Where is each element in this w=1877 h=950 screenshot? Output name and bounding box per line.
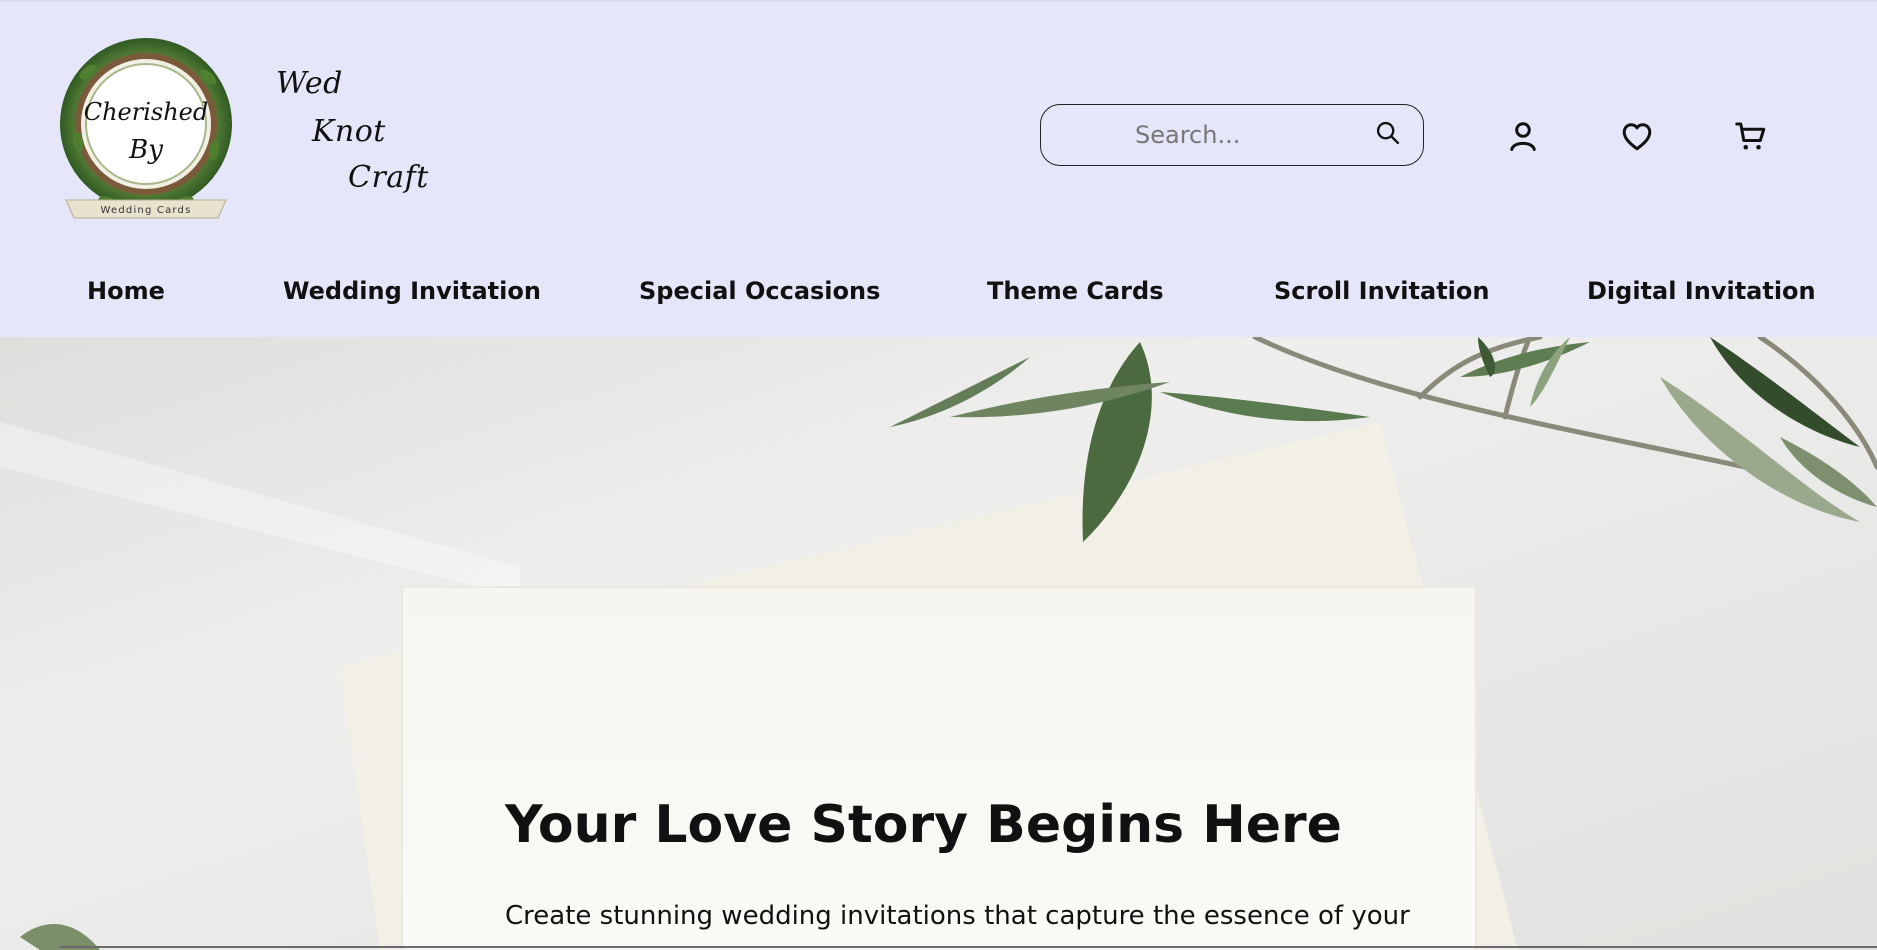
logo-badge-line1: Cherished	[84, 98, 209, 126]
heart-icon[interactable]	[1619, 118, 1655, 154]
search-icon[interactable]	[1374, 119, 1402, 147]
logo-wreath[interactable]: Cherished By Wedding Cards	[48, 32, 244, 232]
logo-badge-line2: By	[128, 135, 163, 165]
search-box[interactable]	[1040, 104, 1424, 166]
main-nav: Home Wedding Invitation Special Occasion…	[0, 277, 1877, 317]
search-input[interactable]	[1135, 117, 1355, 153]
page: Cherished By Wedding Cards Wed Knot Craf…	[0, 0, 1877, 950]
nav-item-wedding-invitation[interactable]: Wedding Invitation	[283, 277, 541, 305]
hero-section: Your Love Story Begins Here Create stunn…	[0, 337, 1877, 950]
brand-line-1: Wed	[276, 66, 343, 101]
nav-item-scroll-invitation[interactable]: Scroll Invitation	[1274, 277, 1489, 305]
cart-icon[interactable]	[1733, 118, 1769, 154]
nav-item-digital-invitation[interactable]: Digital Invitation	[1587, 277, 1816, 305]
user-icon[interactable]	[1505, 118, 1541, 154]
nav-item-home[interactable]: Home	[87, 277, 165, 305]
hero-background-image	[0, 337, 1877, 950]
hero-description: Create stunning wedding invitations that…	[505, 901, 1410, 931]
nav-item-special-occasions[interactable]: Special Occasions	[639, 277, 880, 305]
nav-item-theme-cards[interactable]: Theme Cards	[987, 277, 1163, 305]
divider	[60, 946, 1877, 948]
brand-line-3: Craft	[348, 160, 429, 195]
logo-badge-ribbon: Wedding Cards	[101, 205, 192, 216]
brand-line-2: Knot	[312, 114, 386, 149]
site-header: Cherished By Wedding Cards Wed Knot Craf…	[0, 0, 1877, 337]
hero-title: Your Love Story Begins Here	[505, 795, 1342, 855]
